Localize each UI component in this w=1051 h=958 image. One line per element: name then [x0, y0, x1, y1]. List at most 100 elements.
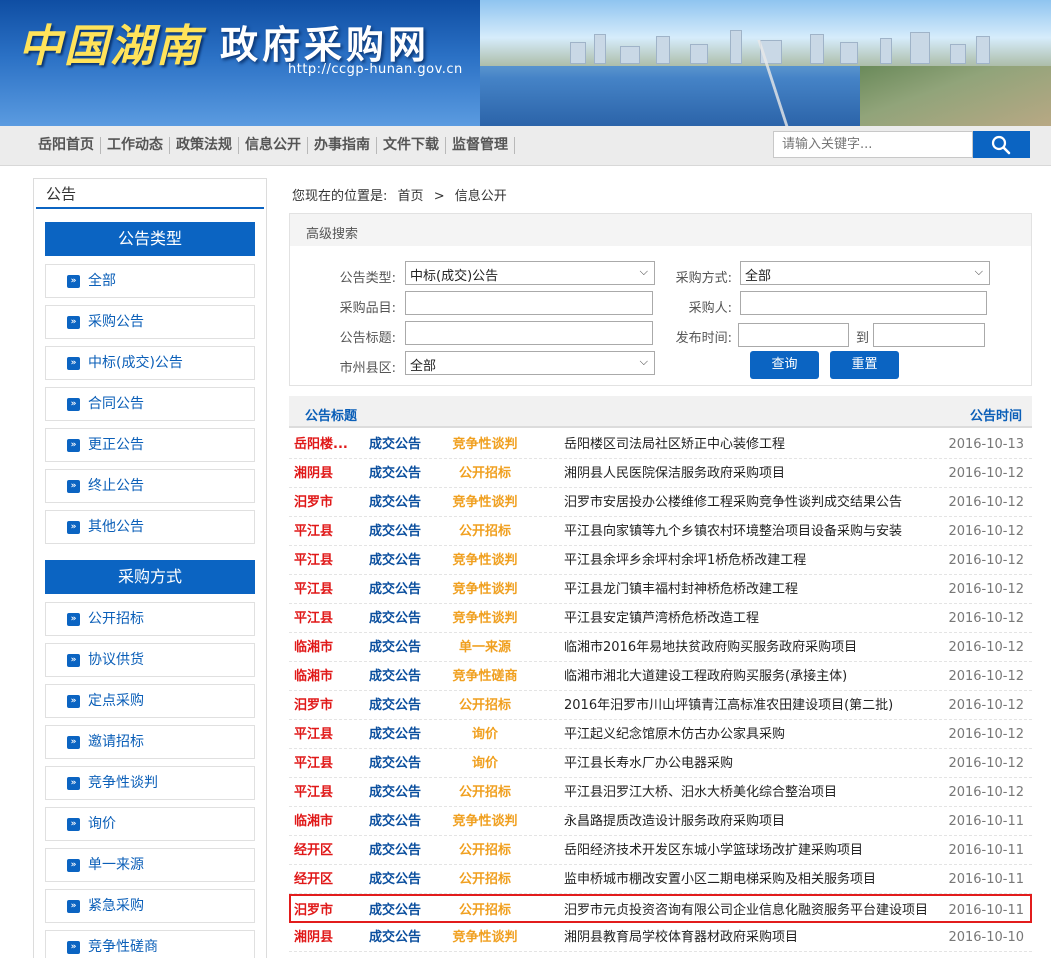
- table-row[interactable]: 湘阴县 成交公告 竞争性谈判 湘阴县教育局学校体育器材政府采购项目 2016-10-10: [289, 923, 1032, 952]
- row-type[interactable]: 成交公告: [369, 430, 429, 459]
- row-area[interactable]: 经开区: [294, 865, 356, 894]
- row-mode[interactable]: 竞争性谈判: [439, 923, 531, 952]
- row-area[interactable]: 岳阳楼...: [294, 430, 356, 459]
- nav-item-news[interactable]: 工作动态: [105, 137, 170, 154]
- sidebar-item-method-negotiation[interactable]: » 竞争性谈判: [45, 766, 255, 800]
- row-area[interactable]: 临湘市: [294, 662, 356, 691]
- table-row[interactable]: 平江县 成交公告 公开招标 平江县向家镇等九个乡镇农村环境整治项目设备采购与安装 201…: [289, 517, 1032, 546]
- table-row[interactable]: 平江县 成交公告 竞争性谈判 平江县余坪乡余坪村余坪1桥危桥改建工程 2016-10-1…: [289, 546, 1032, 575]
- row-area[interactable]: 平江县: [294, 546, 356, 575]
- row-title-link[interactable]: 汨罗市元贞投资咨询有限公司企业信息化融资服务平台建设项目: [564, 896, 954, 925]
- table-row-highlighted[interactable]: 汨罗市 成交公告 公开招标 汨罗市元贞投资咨询有限公司企业信息化融资服务平台建设项目 2…: [289, 894, 1032, 923]
- sidebar-item-method-agreement[interactable]: » 协议供货: [45, 643, 255, 677]
- row-title-link[interactable]: 平江县龙门镇丰福村封神桥危桥改建工程: [564, 575, 954, 604]
- table-row[interactable]: 临湘市 成交公告 单一来源 临湘市2016年易地扶贫政府购买服务政府采购项目 2016-…: [289, 633, 1032, 662]
- nav-item-downloads[interactable]: 文件下载: [381, 137, 446, 154]
- row-type[interactable]: 成交公告: [369, 488, 429, 517]
- row-type[interactable]: 成交公告: [369, 923, 429, 952]
- row-type[interactable]: 成交公告: [369, 836, 429, 865]
- row-mode[interactable]: 公开招标: [439, 517, 531, 546]
- date-to-input[interactable]: [873, 323, 985, 347]
- row-title-link[interactable]: 平江县向家镇等九个乡镇农村环境整治项目设备采购与安装: [564, 517, 954, 546]
- row-mode[interactable]: 竞争性谈判: [439, 604, 531, 633]
- table-row[interactable]: 平江县 成交公告 公开招标 平江县汨罗江大桥、汨水大桥美化综合整治项目 2016-10-…: [289, 778, 1032, 807]
- nav-item-supervision[interactable]: 监督管理: [450, 137, 515, 154]
- row-mode[interactable]: 公开招标: [439, 459, 531, 488]
- table-row[interactable]: 平江县 成交公告 竞争性谈判 平江县安定镇芦湾桥危桥改造工程 2016-10-12: [289, 604, 1032, 633]
- row-title-link[interactable]: 平江县安定镇芦湾桥危桥改造工程: [564, 604, 954, 633]
- row-area[interactable]: 汨罗市: [294, 691, 356, 720]
- nav-item-info[interactable]: 信息公开: [243, 137, 308, 154]
- row-type[interactable]: 成交公告: [369, 720, 429, 749]
- sidebar-item-method-consultation[interactable]: » 竞争性磋商: [45, 930, 255, 958]
- method-select[interactable]: 全部 ⌵: [740, 261, 990, 285]
- row-area[interactable]: 平江县: [294, 517, 356, 546]
- sidebar-item-method-emergency[interactable]: » 紧急采购: [45, 889, 255, 923]
- row-area[interactable]: 湘阴县: [294, 459, 356, 488]
- breadcrumb-current[interactable]: 信息公开: [455, 189, 507, 204]
- region-select[interactable]: 全部 ⌵: [405, 351, 655, 375]
- row-mode[interactable]: 竞争性谈判: [439, 807, 531, 836]
- row-title-link[interactable]: 监申桥城市棚改安置小区二期电梯采购及相关服务项目: [564, 865, 954, 894]
- sidebar-item-type-other[interactable]: » 其他公告: [45, 510, 255, 544]
- row-title-link[interactable]: 2016年汨罗市川山坪镇青江高标准农田建设项目(第二批): [564, 691, 954, 720]
- row-mode[interactable]: 竞争性谈判: [439, 430, 531, 459]
- table-row[interactable]: 临湘市 成交公告 竞争性磋商 临湘市湘北大道建设工程政府购买服务(承接主体) 2016-…: [289, 662, 1032, 691]
- row-type[interactable]: 成交公告: [369, 778, 429, 807]
- row-type[interactable]: 成交公告: [369, 865, 429, 894]
- sidebar-item-method-designated[interactable]: » 定点采购: [45, 684, 255, 718]
- sidebar-item-type-correction[interactable]: » 更正公告: [45, 428, 255, 462]
- sidebar-item-type-all[interactable]: » 全部: [45, 264, 255, 298]
- row-title-link[interactable]: 岳阳楼区司法局社区矫正中心装修工程: [564, 430, 954, 459]
- row-type[interactable]: 成交公告: [369, 546, 429, 575]
- sidebar-item-type-contract[interactable]: » 合同公告: [45, 387, 255, 421]
- row-type[interactable]: 成交公告: [369, 807, 429, 836]
- row-area[interactable]: 汨罗市: [294, 896, 356, 925]
- row-area[interactable]: 平江县: [294, 778, 356, 807]
- row-area[interactable]: 平江县: [294, 749, 356, 778]
- row-area[interactable]: 平江县: [294, 575, 356, 604]
- row-title-link[interactable]: 汨罗市安居投办公楼维修工程采购竞争性谈判成交结果公告: [564, 488, 954, 517]
- row-type[interactable]: 成交公告: [369, 662, 429, 691]
- row-area[interactable]: 湘阴县: [294, 923, 356, 952]
- row-title-link[interactable]: 平江县余坪乡余坪村余坪1桥危桥改建工程: [564, 546, 954, 575]
- row-title-link[interactable]: 湘阴县人民医院保洁服务政府采购项目: [564, 459, 954, 488]
- row-area[interactable]: 临湘市: [294, 633, 356, 662]
- row-title-link[interactable]: 平江县汨罗江大桥、汨水大桥美化综合整治项目: [564, 778, 954, 807]
- sidebar-item-method-open-bid[interactable]: » 公开招标: [45, 602, 255, 636]
- row-mode[interactable]: 竞争性谈判: [439, 575, 531, 604]
- search-button[interactable]: [973, 131, 1030, 158]
- table-row[interactable]: 临湘市 成交公告 竞争性谈判 永昌路提质改造设计服务政府采购项目 2016-10-11: [289, 807, 1032, 836]
- row-mode[interactable]: 公开招标: [439, 865, 531, 894]
- table-row[interactable]: 平江县 成交公告 竞争性谈判 平江县龙门镇丰福村封神桥危桥改建工程 2016-10-12: [289, 575, 1032, 604]
- row-mode[interactable]: 公开招标: [439, 778, 531, 807]
- table-row[interactable]: 汨罗市 成交公告 公开招标 2016年汨罗市川山坪镇青江高标准农田建设项目(第二批) 2…: [289, 691, 1032, 720]
- row-area[interactable]: 汨罗市: [294, 488, 356, 517]
- sidebar-item-method-single-source[interactable]: » 单一来源: [45, 848, 255, 882]
- title-input[interactable]: [405, 321, 653, 345]
- row-mode[interactable]: 询价: [439, 720, 531, 749]
- buyer-input[interactable]: [740, 291, 987, 315]
- row-title-link[interactable]: 湘阴县教育局学校体育器材政府采购项目: [564, 923, 954, 952]
- logo[interactable]: 中国湖南: [18, 10, 202, 74]
- sidebar-item-method-inquiry[interactable]: » 询价: [45, 807, 255, 841]
- item-input[interactable]: [405, 291, 653, 315]
- nav-item-home[interactable]: 岳阳首页: [36, 137, 101, 154]
- row-type[interactable]: 成交公告: [369, 749, 429, 778]
- row-mode[interactable]: 竞争性谈判: [439, 546, 531, 575]
- sidebar-item-type-award[interactable]: » 中标(成交)公告: [45, 346, 255, 380]
- notice-type-select[interactable]: 中标(成交)公告 ⌵: [405, 261, 655, 285]
- row-type[interactable]: 成交公告: [369, 896, 429, 925]
- row-mode[interactable]: 询价: [439, 749, 531, 778]
- row-type[interactable]: 成交公告: [369, 517, 429, 546]
- row-title-link[interactable]: 永昌路提质改造设计服务政府采购项目: [564, 807, 954, 836]
- row-mode[interactable]: 公开招标: [439, 896, 531, 925]
- table-row[interactable]: 平江县 成交公告 询价 平江起义纪念馆原木仿古办公家具采购 2016-10-12: [289, 720, 1032, 749]
- row-mode[interactable]: 单一来源: [439, 633, 531, 662]
- search-input[interactable]: [773, 131, 973, 158]
- table-row[interactable]: 经开区 成交公告 公开招标 岳阳经济技术开发区东城小学篮球场改扩建采购项目 2016-1…: [289, 836, 1032, 865]
- reset-button[interactable]: 重置: [830, 351, 899, 379]
- row-area[interactable]: 平江县: [294, 604, 356, 633]
- row-type[interactable]: 成交公告: [369, 691, 429, 720]
- nav-item-guide[interactable]: 办事指南: [312, 137, 377, 154]
